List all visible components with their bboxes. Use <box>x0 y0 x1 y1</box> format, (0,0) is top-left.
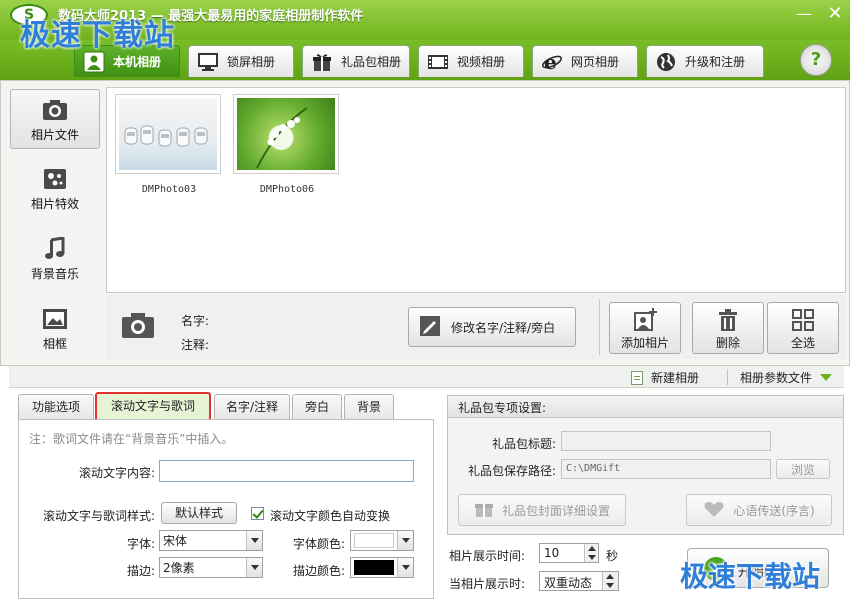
scroll-text-panel: 注：歌词文件请在“背景音乐”中插入。 滚动文字内容: 滚动文字与歌词样式: 默认… <box>18 419 434 599</box>
chevron-down-icon <box>397 558 413 577</box>
auto-color-checkbox[interactable] <box>251 507 264 520</box>
sidebar-item-photo-files[interactable]: 相片文件 <box>10 89 100 149</box>
gift-icon <box>311 51 333 73</box>
close-button[interactable]: ✕ <box>824 4 846 24</box>
font-select[interactable]: 宋体 <box>159 530 263 551</box>
current-mode-label: 当相片展示时: <box>449 577 526 591</box>
sidebar-item-photo-effects[interactable]: 相片特效 <box>10 159 100 219</box>
chevron-down-icon <box>246 558 262 577</box>
add-photo-icon <box>633 308 657 332</box>
new-album-button[interactable]: 新建相册 <box>631 369 699 386</box>
photo-thumbnail[interactable] <box>233 94 339 174</box>
current-mode-select[interactable]: 双重动态 <box>539 571 619 591</box>
tab-web-album[interactable]: e 网页相册 <box>532 45 638 77</box>
photo-thumbnail[interactable] <box>115 94 221 174</box>
film-icon <box>427 51 449 73</box>
monitor-icon <box>197 51 219 73</box>
camera-icon <box>42 98 68 122</box>
watermark-top: 极速下载站 <box>20 18 175 53</box>
gift-title-input[interactable] <box>561 431 771 451</box>
browse-button[interactable]: 浏览 <box>776 459 830 479</box>
gift-path-label: 礼品包保存路径: <box>467 464 556 478</box>
edit-name-note-button[interactable]: 修改名字/注释/旁白 <box>408 307 576 347</box>
delete-button[interactable]: 删除 <box>692 302 764 354</box>
spinner-arrows-icon[interactable] <box>584 544 598 562</box>
gift-title-label: 礼品包标题: <box>491 437 556 451</box>
chevron-up-icon[interactable] <box>602 572 618 590</box>
watermark-bottom: 极速下载站 <box>680 560 821 593</box>
font-color-swatch <box>354 533 394 548</box>
camera-icon <box>121 311 155 339</box>
tab-narration[interactable]: 旁白 <box>292 394 342 420</box>
font-color-select[interactable] <box>350 530 414 551</box>
grid-icon <box>791 308 815 332</box>
photo-item[interactable]: DMPhoto03 <box>115 94 223 195</box>
photo-info-bar: 名字: 注释: 修改名字/注释/旁白 添加相片 删除 全选 <box>106 295 846 359</box>
lyrics-note: 注：歌词文件请在“背景音乐”中插入。 <box>29 432 234 446</box>
sidebar: 相片文件 相片特效 背景音乐 相框 <box>8 87 103 361</box>
album-toolbar: 新建相册 相册参数文件 <box>9 366 844 388</box>
photo-name: DMPhoto06 <box>259 184 315 195</box>
photo-item[interactable]: DMPhoto06 <box>233 94 341 195</box>
tab-gift-album[interactable]: 礼品包相册 <box>302 45 410 77</box>
heart-icon <box>703 500 725 521</box>
tab-video-album[interactable]: 视频相册 <box>418 45 524 77</box>
stroke-color-label: 描边颜色: <box>292 564 345 578</box>
add-photo-button[interactable]: 添加相片 <box>609 302 681 354</box>
stroke-select[interactable]: 2像素 <box>159 557 263 578</box>
select-all-button[interactable]: 全选 <box>767 302 839 354</box>
ie-icon: e <box>541 50 563 74</box>
auto-color-label: 滚动文字颜色自动变换 <box>270 509 391 523</box>
note-label: 注释: <box>181 338 210 352</box>
sidebar-item-background-music[interactable]: 背景音乐 <box>10 229 100 289</box>
tab-upgrade-register[interactable]: 升级和注册 <box>646 45 764 77</box>
tab-function-options[interactable]: 功能选项 <box>18 394 94 420</box>
default-style-button[interactable]: 默认样式 <box>161 502 237 524</box>
gift-settings-panel: 礼品包专项设置: 礼品包标题: 礼品包保存路径: C:\DMGift 浏览 礼品… <box>447 395 844 535</box>
display-time-label: 相片展示时间: <box>449 549 526 563</box>
picture-frame-icon <box>42 307 68 331</box>
font-color-label: 字体颜色: <box>292 537 345 551</box>
help-button[interactable]: ? <box>800 44 832 76</box>
name-label: 名字: <box>181 314 210 328</box>
globe-icon <box>655 51 677 73</box>
chevron-down-icon <box>820 374 833 381</box>
stroke-label: 描边: <box>126 564 155 578</box>
photo-list: DMPhoto03 DMPhoto06 <box>106 87 846 293</box>
heart-message-button[interactable]: 心语传送(序言) <box>686 494 832 526</box>
gift-icon <box>474 499 494 522</box>
tab-scroll-text-lyrics[interactable]: 滚动文字与歌词 <box>95 392 211 420</box>
album-main-area: 相片文件 相片特效 背景音乐 相框 DMPhoto03 DMPhoto06 名字… <box>0 80 850 366</box>
tab-lockscreen-album[interactable]: 锁屏相册 <box>188 45 294 77</box>
divider <box>727 369 728 385</box>
effects-icon <box>42 167 68 191</box>
trash-icon <box>716 308 740 332</box>
minimize-button[interactable]: — <box>793 4 815 24</box>
scroll-text-input[interactable] <box>159 460 414 482</box>
photo-name: DMPhoto03 <box>141 184 197 195</box>
tab-background[interactable]: 背景 <box>344 394 394 420</box>
stroke-color-swatch <box>354 560 394 575</box>
divider <box>599 299 600 355</box>
content-label: 滚动文字内容: <box>78 466 155 480</box>
font-label: 字体: <box>126 537 155 551</box>
music-note-icon <box>42 236 68 261</box>
help-icon: ? <box>810 49 822 70</box>
chevron-down-icon <box>246 531 262 550</box>
stroke-color-select[interactable] <box>350 557 414 578</box>
chevron-down-icon <box>397 531 413 550</box>
style-label: 滚动文字与歌词样式: <box>42 509 155 523</box>
document-icon <box>631 370 643 385</box>
gift-cover-button[interactable]: 礼品包封面详细设置 <box>458 494 626 526</box>
pencil-icon <box>419 315 441 340</box>
display-time-spinner[interactable]: 10 <box>539 543 599 563</box>
album-params-dropdown[interactable]: 相册参数文件 <box>740 369 833 386</box>
seconds-unit: 秒 <box>606 549 619 563</box>
gift-path-input[interactable]: C:\DMGift <box>561 459 771 479</box>
gift-settings-header: 礼品包专项设置: <box>448 396 843 418</box>
sidebar-item-photo-frame[interactable]: 相框 <box>10 299 100 359</box>
tab-name-note[interactable]: 名字/注释 <box>214 394 290 420</box>
